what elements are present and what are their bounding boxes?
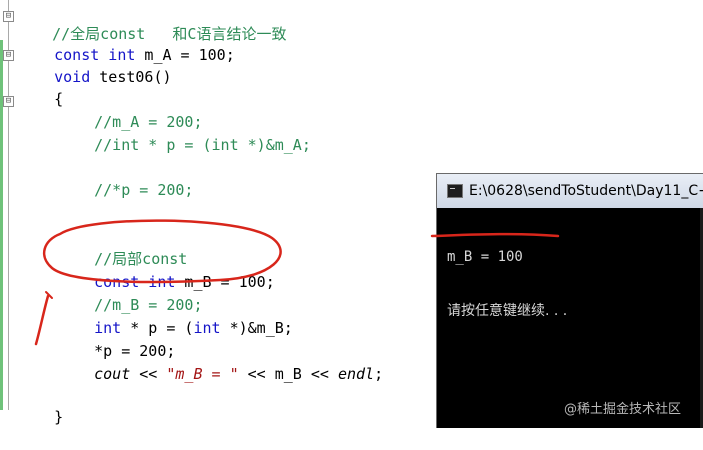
console-output-line: 请按任意键继续. . . — [447, 303, 568, 319]
code-token: cout — [94, 365, 131, 383]
gutter-divider — [8, 0, 9, 410]
code-token: ; — [374, 365, 384, 383]
code-token: endl — [337, 365, 375, 383]
console-output-line: m_B = 100 — [447, 249, 523, 265]
code-token: *)&m_B; — [220, 319, 293, 337]
fold-toggle-icon[interactable]: ⊟ — [3, 11, 14, 22]
console-title: E:\0628\sendToStudent\Day11_C+ — [469, 183, 703, 199]
code-token: test06() — [90, 68, 172, 86]
code-line-close-brace: } — [18, 384, 63, 450]
watermark: @稀土掘金技术社区 — [564, 402, 682, 417]
code-token: << m_B << — [238, 365, 338, 383]
fold-toggle-icon[interactable]: ⊟ — [3, 50, 14, 61]
console-window[interactable]: E:\0628\sendToStudent\Day11_C+ m_B = 100… — [436, 173, 703, 428]
fold-toggle-icon[interactable]: ⊟ — [3, 96, 14, 107]
console-title-bar[interactable]: E:\0628\sendToStudent\Day11_C+ — [437, 174, 703, 208]
comment-text: //int * p = (int *)&m_A; — [94, 136, 311, 154]
keyword-token: int — [193, 319, 221, 337]
code-token: << — [130, 365, 167, 383]
code-token: } — [54, 408, 64, 426]
code-line-comment: //*p = 200; — [58, 157, 193, 223]
code-line-open-brace: { — [18, 66, 63, 132]
code-line-cout: cout << "m_B = " << m_B << endl; — [58, 341, 383, 407]
console-app-icon — [447, 184, 463, 198]
console-output: m_B = 100 请按任意键继续. . . — [447, 212, 567, 356]
comment-text: //*p = 200; — [94, 181, 194, 199]
string-token: "m_B = " — [166, 365, 239, 383]
